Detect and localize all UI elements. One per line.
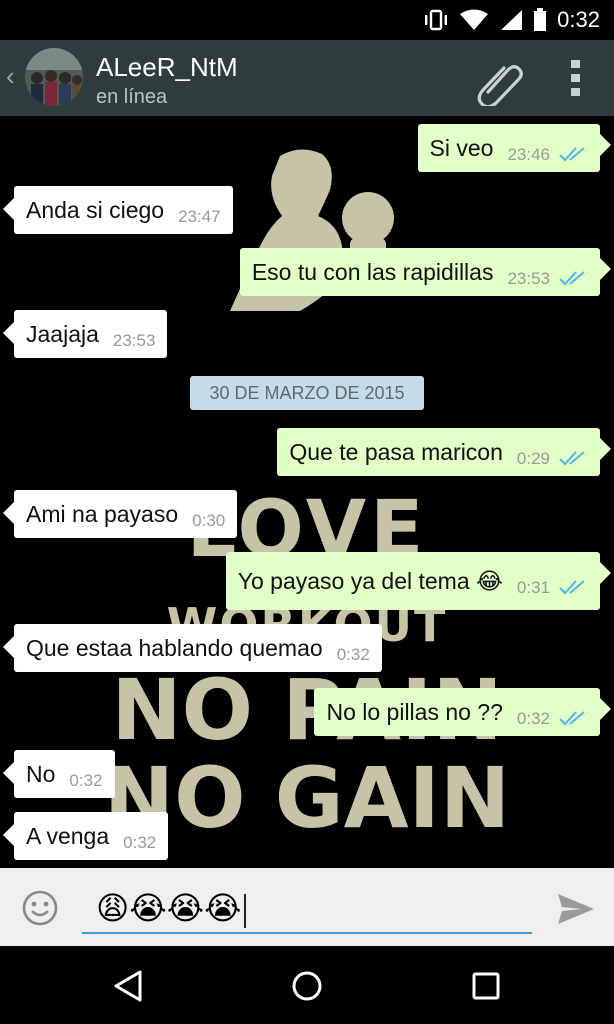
message-outgoing[interactable]: Que te pasa maricon 0:29 — [277, 428, 611, 476]
message-text: Si veo — [429, 134, 494, 161]
composer-bar: 😩😭😭😭 — [0, 868, 614, 946]
message-time: 0:30 — [192, 511, 226, 530]
message-text: No — [26, 760, 56, 787]
vibrate-icon — [425, 9, 448, 31]
message-time: 0:29 — [516, 449, 550, 468]
battery-icon — [534, 8, 547, 31]
message-input[interactable]: 😩😭😭😭 — [82, 882, 532, 934]
message-time: 0:32 — [336, 645, 370, 664]
message-text: Anda si ciego — [26, 196, 165, 223]
overflow-menu-icon[interactable] — [570, 60, 582, 96]
send-icon[interactable] — [556, 892, 596, 926]
message-incoming[interactable]: A venga 0:32 — [2, 812, 169, 860]
message-time: 0:32 — [69, 771, 103, 790]
message-time: 0:32 — [516, 709, 550, 728]
message-outgoing[interactable]: Si veo 23:46 — [417, 124, 612, 172]
date-separator: 30 DE MARZO DE 2015 — [190, 376, 424, 410]
wifi-icon — [460, 9, 489, 30]
message-text: No lo pillas no ?? — [326, 698, 503, 725]
message-outgoing[interactable]: Yo payaso ya del tema 😂 0:31 — [225, 552, 612, 610]
contact-name[interactable]: ALeeR_NtM — [96, 52, 238, 83]
paperclip-icon[interactable] — [474, 56, 524, 106]
message-time: 23:53 — [112, 331, 156, 350]
message-incoming[interactable]: Ami na payaso 0:30 — [2, 490, 238, 538]
message-time: 0:32 — [123, 833, 157, 852]
text-caret — [243, 893, 246, 928]
status-time: 0:32 — [557, 7, 600, 32]
message-incoming[interactable]: Anda si ciego 23:47 — [3, 186, 233, 234]
message-outgoing[interactable]: No lo pillas no ?? 0:32 — [314, 688, 611, 736]
message-incoming[interactable]: No 0:32 — [3, 750, 115, 798]
message-text: Yo payaso ya del tema 😂 — [237, 567, 503, 594]
signal-icon — [501, 10, 523, 30]
message-incoming[interactable]: Que estaa hablando quemao 0:32 — [3, 624, 382, 672]
message-text: Que estaa hablando quemao — [26, 634, 323, 661]
smiley-icon[interactable] — [22, 890, 58, 926]
contact-status: en línea — [96, 86, 168, 108]
read-receipt-icon — [559, 147, 585, 162]
message-incoming[interactable]: Jaajaja 23:53 — [2, 310, 168, 358]
chat-header[interactable]: ‹ ALeeR_NtM en línea — [0, 40, 614, 116]
read-receipt-icon — [559, 580, 585, 595]
recents-square-icon[interactable] — [468, 968, 504, 1004]
message-text: A venga — [26, 822, 110, 849]
avatar[interactable] — [25, 48, 83, 106]
message-text: Ami na payaso — [26, 500, 179, 527]
read-receipt-icon — [559, 271, 585, 286]
message-time: 23:53 — [507, 269, 550, 288]
read-receipt-icon — [559, 711, 585, 726]
message-time: 23:46 — [507, 145, 550, 164]
draft-text: 😩😭😭😭 — [96, 890, 242, 926]
chevron-left-icon[interactable]: ‹ — [6, 62, 15, 90]
system-nav-bar — [0, 946, 614, 1024]
message-outgoing[interactable]: Eso tu con las rapidillas 23:53 — [239, 248, 612, 296]
status-bar: 0:32 — [0, 0, 614, 40]
message-time: 23:47 — [178, 207, 221, 226]
read-receipt-icon — [559, 451, 585, 466]
message-text: Que te pasa maricon — [289, 438, 503, 465]
back-triangle-icon[interactable] — [110, 968, 146, 1004]
home-circle-icon[interactable] — [289, 968, 325, 1004]
message-text: Eso tu con las rapidillas — [251, 258, 494, 285]
message-list[interactable]: LOVE WORKOUT NO PAIN NO GAIN Si veo 23:4… — [0, 116, 614, 868]
message-text: Jaajaja — [26, 320, 99, 347]
message-time: 0:31 — [516, 578, 550, 597]
